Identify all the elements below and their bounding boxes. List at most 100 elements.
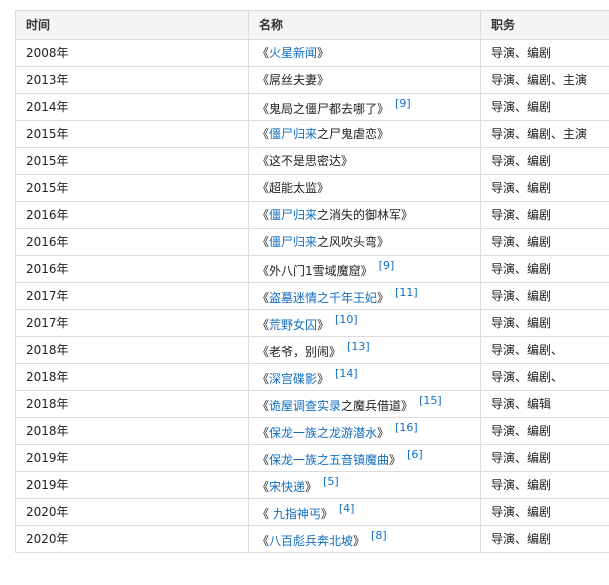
cell-title: 《盗墓迷情之千年王妃》 [11]	[248, 282, 481, 310]
title-link[interactable]: 保龙一族之五音镇魔曲	[269, 453, 389, 467]
cell-title: 《荒野女囚》 [10]	[248, 309, 481, 337]
table-row: 2018年 《老爷，别闹》 [13] 导演、编剧、	[15, 336, 609, 364]
cell-title: 《这不是思密达》	[248, 147, 481, 175]
title-open-bracket: 《	[257, 345, 270, 359]
cell-title: 《超能太监》	[248, 174, 481, 202]
cell-year: 2020年	[15, 498, 249, 526]
cell-year: 2018年	[15, 363, 249, 391]
cell-year: 2020年	[15, 525, 249, 553]
title-close-bracket: 》	[353, 534, 366, 548]
title-link[interactable]: 宋快递	[269, 480, 305, 494]
cell-role: 导演、编剧	[480, 498, 609, 526]
reference-link[interactable]: [9]	[379, 259, 395, 272]
title-open-bracket: 《	[257, 291, 270, 305]
title-close-bracket: 》	[389, 453, 402, 467]
reference-link[interactable]: [5]	[323, 475, 339, 488]
cell-title: 《僵尸归来之风吹头弯》	[248, 228, 481, 256]
title-close-bracket: 》	[317, 73, 330, 87]
header-role: 职务	[480, 10, 609, 40]
title-close-bracket: 》	[377, 235, 390, 249]
cell-role: 导演、编剧	[480, 228, 609, 256]
title-close-bracket: 》	[377, 426, 390, 440]
reference-link[interactable]: [13]	[347, 340, 370, 353]
cell-year: 2018年	[15, 390, 249, 418]
title-open-bracket: 《	[257, 507, 273, 521]
title-link[interactable]: 火星新闻	[269, 46, 317, 60]
title-open-bracket: 《	[257, 235, 270, 249]
cell-role: 导演、编剧、	[480, 336, 609, 364]
title-link[interactable]: 诡屋调查实录	[269, 399, 341, 413]
cell-title: 《僵尸归来之尸鬼虐恋》	[248, 120, 481, 148]
title-link[interactable]: 荒野女囚	[269, 318, 317, 332]
title-close-bracket: 》	[317, 372, 330, 386]
title-close-bracket: 》	[320, 507, 333, 521]
title-close-bracket: 》	[360, 264, 373, 278]
cell-role: 导演、编剧	[480, 525, 609, 553]
cell-year: 2019年	[15, 471, 249, 499]
cell-role: 导演、编剧	[480, 255, 609, 283]
cell-year: 2018年	[15, 336, 249, 364]
title-close-bracket: 》	[401, 208, 414, 222]
title-text: 之消失的御林军	[317, 208, 402, 222]
reference-link[interactable]: [4]	[339, 502, 355, 515]
table-row: 2013年 《屌丝夫妻》 导演、编剧、主演	[15, 66, 609, 94]
cell-title: 《外八门1雪域魔窟》 [9]	[248, 255, 481, 283]
works-table: 时间 名称 职务 2008年 《火星新闻》 导演、编剧 2013年 《屌丝夫妻》…	[15, 10, 609, 553]
title-link[interactable]: 保龙一族之龙游潜水	[269, 426, 377, 440]
title-text: 之魔兵借道	[341, 399, 402, 413]
reference-link[interactable]: [9]	[395, 97, 411, 110]
table-row: 2015年 《超能太监》 导演、编剧	[15, 174, 609, 202]
cell-role: 导演、编剧、主演	[480, 66, 609, 94]
title-text: 超能太监	[269, 181, 318, 195]
table-row: 2020年 《 九指神丐》 [4] 导演、编剧	[15, 498, 609, 526]
title-link[interactable]: 八百彪兵奔北坡	[269, 534, 353, 548]
title-open-bracket: 《	[257, 208, 270, 222]
cell-title: 《老爷，别闹》 [13]	[248, 336, 481, 364]
reference-link[interactable]: [8]	[371, 529, 387, 542]
cell-role: 导演、编剧	[480, 174, 609, 202]
reference-link[interactable]: [14]	[335, 367, 358, 380]
title-link[interactable]: 九指神丐	[273, 507, 321, 521]
reference-link[interactable]: [10]	[335, 313, 358, 326]
title-close-bracket: 》	[305, 480, 318, 494]
table-row: 2020年 《八百彪兵奔北坡》 [8] 导演、编剧	[15, 525, 609, 553]
title-open-bracket: 《	[257, 372, 270, 386]
title-close-bracket: 》	[377, 291, 390, 305]
cell-role: 导演、编剧	[480, 201, 609, 229]
cell-title: 《保龙一族之龙游潜水》 [16]	[248, 417, 481, 445]
table-row: 2019年 《宋快递》 [5] 导演、编剧	[15, 471, 609, 499]
title-open-bracket: 《	[257, 480, 270, 494]
cell-year: 2016年	[15, 228, 249, 256]
reference-link[interactable]: [15]	[419, 394, 442, 407]
cell-title: 《火星新闻》	[248, 39, 481, 67]
title-open-bracket: 《	[257, 534, 270, 548]
cell-year: 2015年	[15, 120, 249, 148]
title-link[interactable]: 盗墓迷情之千年王妃	[269, 291, 377, 305]
cell-year: 2016年	[15, 201, 249, 229]
cell-year: 2018年	[15, 417, 249, 445]
title-link[interactable]: 僵尸归来	[269, 235, 317, 249]
table-row: 2018年 《诡屋调查实录之魔兵借道》 [15] 导演、编辑	[15, 390, 609, 418]
cell-role: 导演、编辑	[480, 390, 609, 418]
cell-year: 2015年	[15, 174, 249, 202]
cell-year: 2017年	[15, 309, 249, 337]
reference-link[interactable]: [6]	[407, 448, 423, 461]
reference-link[interactable]: [11]	[395, 286, 418, 299]
title-text: 之风吹头弯	[317, 235, 378, 249]
title-open-bracket: 《	[257, 426, 270, 440]
title-close-bracket: 》	[317, 46, 330, 60]
title-open-bracket: 《	[257, 453, 270, 467]
title-link[interactable]: 僵尸归来	[269, 208, 317, 222]
table-row: 2019年 《保龙一族之五音镇魔曲》 [6] 导演、编剧	[15, 444, 609, 472]
cell-title: 《八百彪兵奔北坡》 [8]	[248, 525, 481, 553]
reference-link[interactable]: [16]	[395, 421, 418, 434]
title-open-bracket: 《	[257, 154, 270, 168]
title-close-bracket: 》	[317, 318, 330, 332]
title-link[interactable]: 僵尸归来	[269, 127, 317, 141]
title-text: 老爷，别闹	[269, 345, 330, 359]
cell-role: 导演、编剧	[480, 309, 609, 337]
cell-title: 《宋快递》 [5]	[248, 471, 481, 499]
title-link[interactable]: 深宫碟影	[269, 372, 317, 386]
title-open-bracket: 《	[257, 127, 270, 141]
cell-title: 《 九指神丐》 [4]	[248, 498, 481, 526]
